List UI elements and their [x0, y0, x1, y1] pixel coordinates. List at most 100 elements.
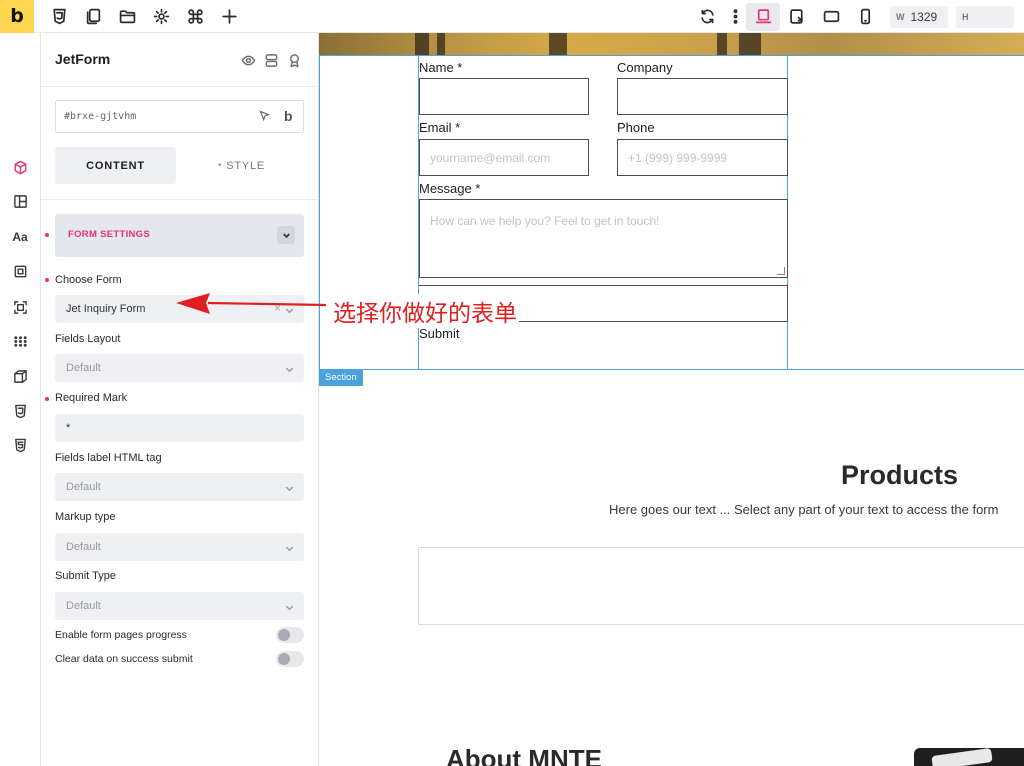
width-value: 1329	[910, 9, 938, 24]
chevron-down-icon	[284, 362, 296, 374]
frame-icon[interactable]	[8, 295, 32, 319]
phone-label: Phone	[617, 120, 655, 135]
modified-indicator	[45, 233, 49, 237]
markup-type-value: Default	[66, 541, 101, 553]
css3-icon[interactable]	[42, 0, 76, 33]
panel-divider	[41, 199, 318, 200]
cube-icon[interactable]	[8, 155, 32, 179]
css3-icon[interactable]	[8, 399, 32, 423]
style-dot-icon: •	[217, 160, 223, 171]
html5-icon[interactable]	[8, 433, 32, 457]
gear-icon[interactable]	[144, 0, 178, 33]
typography-icon[interactable]: Aa	[8, 225, 32, 249]
company-label: Company	[617, 60, 673, 75]
name-label: Name *	[419, 60, 463, 75]
height-input[interactable]: H	[956, 5, 1014, 28]
box-3d-icon[interactable]	[8, 364, 32, 388]
chevron-down-icon[interactable]	[277, 226, 295, 244]
form-settings-group-header[interactable]: FORM SETTINGS	[55, 214, 304, 257]
about-heading[interactable]: About MNTE	[446, 744, 602, 766]
clear-data-row: Clear data on success submit	[55, 651, 304, 669]
tab-style-label: STYLE	[226, 159, 266, 172]
tablet-portrait-icon[interactable]	[814, 0, 848, 33]
panel-title: JetForm	[55, 51, 111, 67]
structure-icon[interactable]	[262, 51, 280, 69]
pin-badge-icon[interactable]	[285, 51, 303, 69]
products-text[interactable]: Here goes our text ... Select any part o…	[609, 502, 998, 517]
tab-content[interactable]: CONTENT	[55, 147, 176, 184]
fields-label-tag-select[interactable]: Default	[55, 473, 304, 501]
clear-data-label: Clear data on success submit	[55, 653, 193, 665]
command-icon[interactable]	[178, 0, 212, 33]
markup-type-label: Markup type	[55, 511, 116, 523]
width-input[interactable]: W 1329	[890, 5, 948, 28]
form-pages-progress-row: Enable form pages progress	[55, 627, 304, 645]
fields-layout-value: Default	[66, 362, 101, 374]
element-settings-panel: JetForm #brxe-gjtvhm b CONTENT • STYLE F…	[41, 33, 319, 766]
message-textarea[interactable]: How can we help you? Feel to get in touc…	[419, 199, 788, 278]
height-label: H	[962, 11, 969, 22]
modified-indicator	[45, 397, 49, 401]
resize-handle-icon[interactable]	[777, 267, 785, 275]
bricks-class-icon[interactable]: b	[284, 108, 293, 124]
plus-icon[interactable]	[212, 0, 246, 33]
required-mark-value: *	[66, 422, 71, 434]
fields-layout-label: Fields Layout	[55, 333, 121, 345]
chevron-down-icon	[284, 481, 296, 493]
tablet-landscape-icon[interactable]	[780, 0, 814, 33]
element-icon[interactable]	[8, 259, 32, 283]
email-placeholder: yourname@email.com	[430, 151, 551, 165]
clear-data-toggle[interactable]	[276, 651, 304, 667]
chevron-down-icon	[284, 600, 296, 612]
eye-icon[interactable]	[239, 51, 257, 69]
form-pages-progress-toggle[interactable]	[276, 627, 304, 643]
submit-button[interactable]: Submit	[419, 326, 459, 341]
folder-icon[interactable]	[110, 0, 144, 33]
name-input[interactable]	[419, 78, 589, 115]
annotation-text: 选择你做好的表单	[331, 294, 519, 328]
required-mark-label: Required Mark	[55, 392, 128, 404]
markup-type-select[interactable]: Default	[55, 533, 304, 561]
more-vertical-icon[interactable]	[724, 0, 746, 33]
message-label: Message *	[419, 181, 481, 196]
submit-type-value: Default	[66, 600, 101, 612]
required-mark-input[interactable]: *	[55, 414, 304, 442]
panel-header: JetForm	[41, 33, 318, 87]
mobile-icon[interactable]	[848, 0, 882, 33]
element-id-field[interactable]: #brxe-gjtvhm b	[55, 100, 304, 133]
width-label: W	[896, 11, 905, 22]
about-image[interactable]	[914, 747, 1024, 766]
annotation-arrow-icon	[176, 293, 327, 314]
layout-icon[interactable]	[8, 189, 32, 213]
submit-type-select[interactable]: Default	[55, 592, 304, 620]
hero-image-strip	[319, 33, 1024, 55]
element-category-rail: Aa	[0, 33, 41, 766]
phone-input[interactable]: +1 (999) 999-9999	[617, 139, 788, 176]
top-toolbar: b W 1329 H	[0, 0, 1024, 33]
products-container[interactable]	[418, 547, 1024, 625]
form-row-line	[787, 285, 788, 321]
builder-canvas: Name * Company Email * Phone yourname@em…	[319, 33, 1024, 766]
grid-dots-icon[interactable]	[8, 329, 32, 353]
bricks-logo[interactable]: b	[0, 0, 34, 33]
email-input[interactable]: yourname@email.com	[419, 139, 589, 176]
chevron-down-icon	[284, 541, 296, 553]
group-label: FORM SETTINGS	[68, 229, 151, 240]
section-tag[interactable]: Section	[319, 370, 363, 386]
message-placeholder: How can we help you? Feel to get in touc…	[430, 214, 660, 228]
form-pages-progress-label: Enable form pages progress	[55, 629, 187, 641]
tab-style[interactable]: • STYLE	[181, 147, 302, 184]
fields-label-tag-label: Fields label HTML tag	[55, 452, 162, 464]
submit-type-label: Submit Type	[55, 570, 116, 582]
bricks-builder: b W 1329 H Aa JetForm #brxe-gjtvhm b CON…	[0, 0, 1024, 766]
company-input[interactable]	[617, 78, 788, 115]
refresh-icon[interactable]	[690, 0, 724, 33]
cursor-pointer-icon[interactable]	[258, 109, 274, 125]
choose-form-value: Jet Inquiry Form	[66, 303, 146, 315]
products-heading[interactable]: Products	[841, 460, 958, 491]
form-row-line	[419, 285, 788, 286]
copy-pages-icon[interactable]	[76, 0, 110, 33]
fields-layout-select[interactable]: Default	[55, 354, 304, 382]
desktop-breakpoint-icon[interactable]	[746, 2, 780, 31]
fields-label-tag-value: Default	[66, 481, 101, 493]
